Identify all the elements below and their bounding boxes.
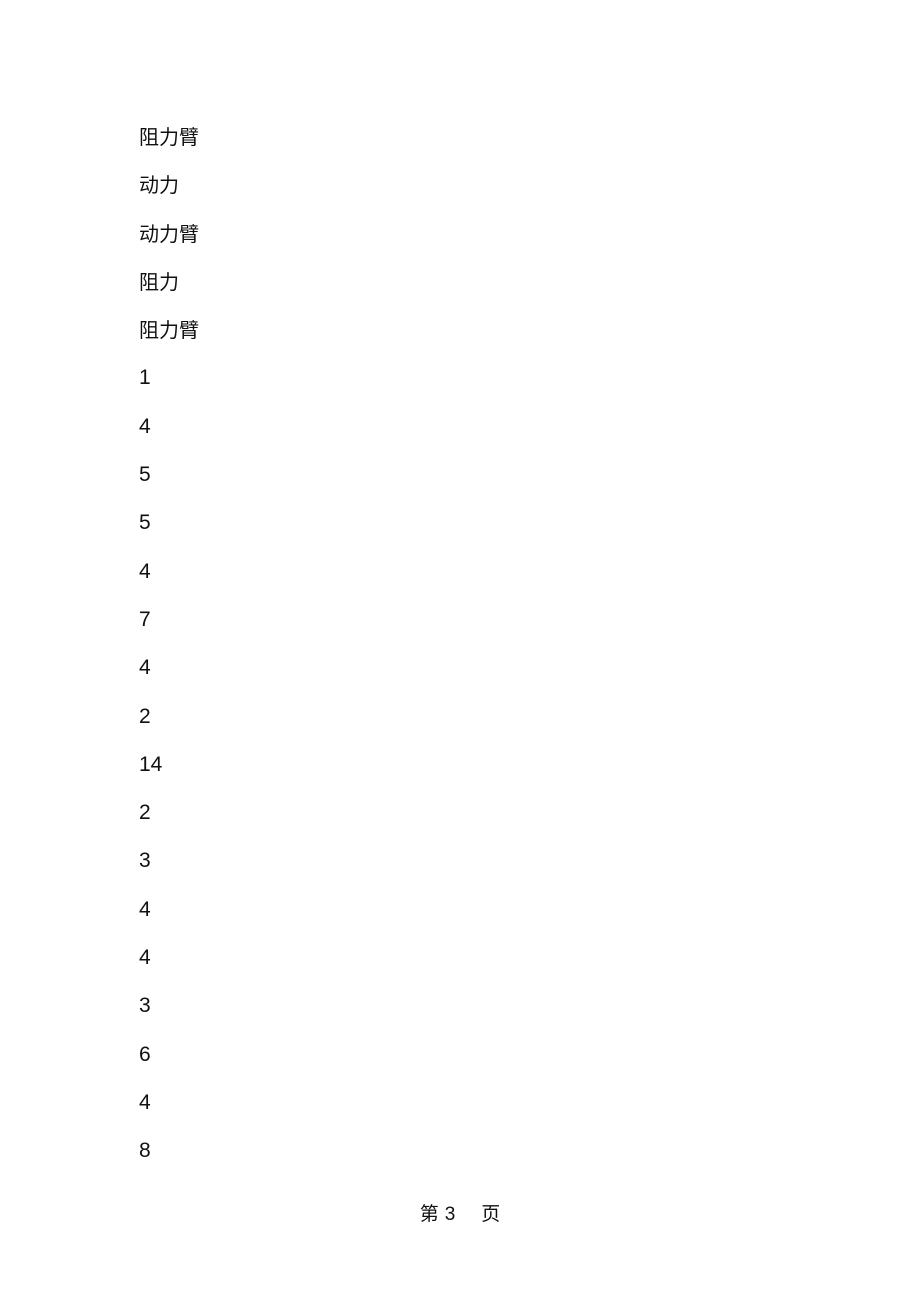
value-line: 6 (139, 1042, 151, 1066)
value-line: 4 (139, 559, 151, 583)
footer-prefix: 第 (419, 1203, 439, 1225)
value-line: 1 (139, 366, 151, 390)
value-line: 2 (139, 801, 151, 825)
value-line: 8 (139, 1139, 151, 1163)
page-footer: 第3 页 (0, 1199, 920, 1226)
value-line: 3 (139, 849, 151, 873)
text-line: 阻力臂 (139, 318, 199, 343)
text-line: 动力臂 (139, 221, 199, 246)
value-line: 2 (139, 704, 151, 728)
value-line: 14 (139, 752, 163, 776)
text-line: 阻力臂 (139, 125, 199, 149)
value-line: 4 (139, 414, 151, 438)
page-number: 3 (444, 1204, 456, 1225)
document-page: 阻力臂 动力 动力臂 阻力 阻力臂 1 4 5 5 4 7 4 2 14 2 3… (0, 0, 920, 1303)
text-line: 阻力 (139, 269, 179, 294)
text-line: 动力 (139, 173, 179, 198)
value-line: 7 (139, 607, 151, 631)
footer-suffix: 页 (481, 1203, 501, 1225)
value-line: 4 (139, 946, 151, 970)
value-line: 5 (139, 511, 151, 535)
value-line: 4 (139, 897, 151, 921)
value-line: 4 (139, 1090, 151, 1114)
value-line: 5 (139, 463, 151, 487)
value-line: 4 (139, 656, 151, 680)
value-line: 3 (139, 994, 151, 1018)
text-lines: 阻力臂 动力 动力臂 阻力 阻力臂 1 4 5 5 4 7 4 2 14 2 3… (139, 120, 199, 1183)
